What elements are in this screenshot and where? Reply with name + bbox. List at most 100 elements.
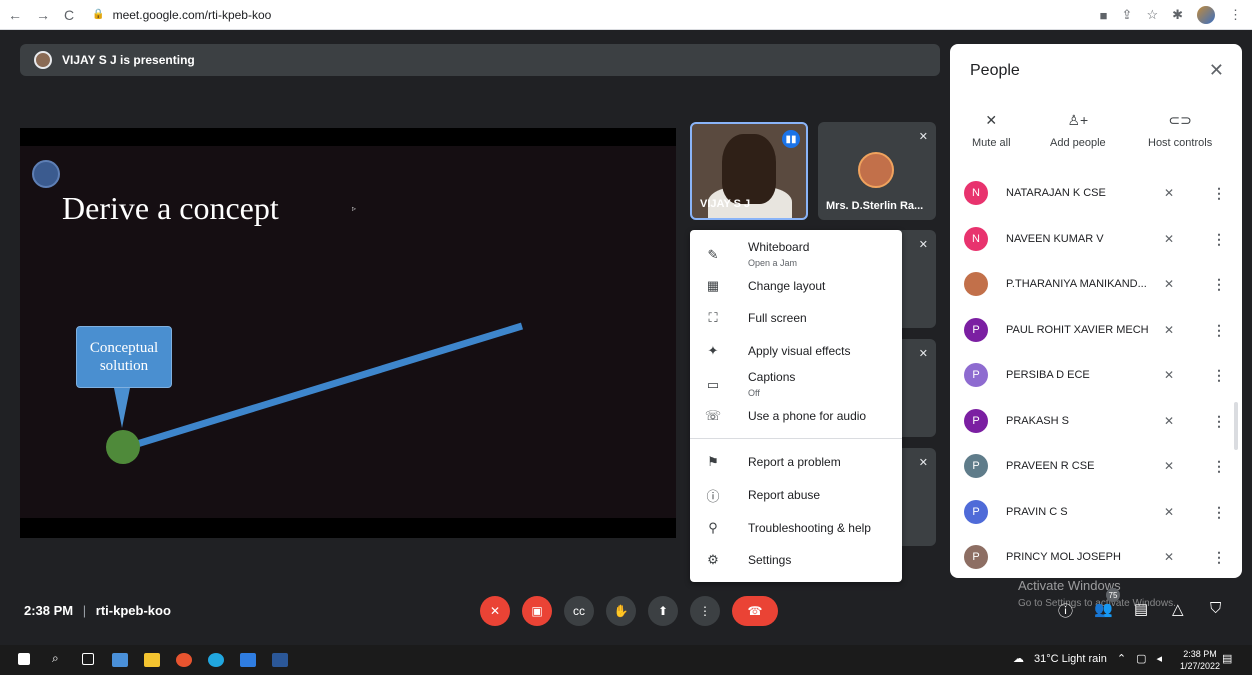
mute-all-button[interactable]: ✕ Mute all: [972, 112, 1011, 149]
captions-icon: cc: [573, 604, 585, 618]
menu-item-phone-audio[interactable]: ☏ Use a phone for audio: [690, 400, 902, 432]
leave-call-button[interactable]: ☎: [732, 596, 778, 626]
profile-avatar[interactable]: [1197, 6, 1215, 24]
mic-toggle-button[interactable]: ✕: [480, 596, 510, 626]
separator: |: [82, 603, 87, 618]
file-explorer-icon[interactable]: [144, 653, 160, 667]
participant-name: PRINCY MOL JOSEPH: [1006, 551, 1121, 563]
windows-start-icon[interactable]: [18, 653, 30, 665]
notifications-icon[interactable]: ▤: [1222, 652, 1238, 666]
tile-sterlin[interactable]: ✕ Mrs. D.Sterlin Ra...: [818, 122, 936, 220]
people-icon[interactable]: 👥: [1094, 600, 1113, 618]
chat-icon[interactable]: ▤: [1134, 600, 1148, 618]
weather-text[interactable]: 31°C Light rain: [1034, 653, 1107, 665]
taskbar-clock[interactable]: 2:38 PM 1/27/2022: [1180, 648, 1220, 672]
menu-item-visual-effects[interactable]: ✦ Apply visual effects: [690, 335, 902, 367]
chrome-icon[interactable]: [176, 653, 192, 667]
more-vert-icon[interactable]: ⋮: [1212, 504, 1226, 521]
list-item[interactable]: P.THARANIYA MANIKAND... ✕ ⋮: [964, 269, 1234, 299]
mic-off-icon: ✕: [918, 348, 928, 360]
mic-off-icon[interactable]: ✕: [1164, 186, 1174, 200]
list-item[interactable]: P PERSIBA D ECE ✕ ⋮: [964, 360, 1234, 390]
raise-hand-button[interactable]: ✋: [606, 596, 636, 626]
list-item[interactable]: N NAVEEN KUMAR V ✕ ⋮: [964, 224, 1234, 254]
mic-off-icon[interactable]: ✕: [1164, 323, 1174, 337]
browser-nav: ← → C: [8, 7, 74, 23]
list-item[interactable]: P PAUL ROHIT XAVIER MECH ✕ ⋮: [964, 315, 1234, 345]
menu-item-report-problem[interactable]: ⚑ Report a problem: [690, 446, 902, 478]
participant-name: PERSIBA D ECE: [1006, 369, 1090, 381]
mic-off-icon[interactable]: ✕: [1164, 414, 1174, 428]
address-bar[interactable]: 🔒 meet.google.com/rti-kpeb-koo: [92, 8, 271, 22]
mic-off-icon[interactable]: ✕: [1164, 459, 1174, 473]
mic-off-icon[interactable]: ✕: [1164, 505, 1174, 519]
tile-hidden-1[interactable]: ✕: [900, 230, 936, 328]
bookmark-star-icon[interactable]: ☆: [1146, 7, 1158, 23]
speaker-icon[interactable]: ◂: [1156, 652, 1162, 665]
list-item[interactable]: N NATARAJAN K CSE ✕ ⋮: [964, 178, 1234, 208]
more-vert-icon[interactable]: ⋮: [1212, 231, 1226, 248]
scrollbar[interactable]: [1234, 402, 1238, 450]
more-vert-icon[interactable]: ⋮: [1212, 549, 1226, 566]
back-icon[interactable]: ←: [8, 7, 22, 23]
menu-item-whiteboard[interactable]: ✎ Whiteboard Open a Jam: [690, 238, 902, 272]
task-view-icon[interactable]: [82, 653, 94, 665]
report-problem-icon: ⚑: [707, 454, 719, 469]
forward-icon[interactable]: →: [36, 7, 50, 23]
captions-button[interactable]: cc: [564, 596, 594, 626]
network-icon[interactable]: ▢: [1136, 652, 1146, 665]
present-button[interactable]: ⬆: [648, 596, 678, 626]
menu-item-settings[interactable]: ⚙ Settings: [690, 544, 902, 576]
host-lock-icon[interactable]: ⛉: [1210, 600, 1221, 617]
camera-indicator-icon[interactable]: ■: [1100, 8, 1108, 23]
fullscreen-icon: ⛶: [708, 310, 718, 325]
list-item[interactable]: P PRAVIN C S ✕ ⋮: [964, 497, 1234, 527]
avatar: P: [964, 454, 988, 478]
camera-toggle-button[interactable]: ▣: [522, 596, 552, 626]
close-icon[interactable]: ✕: [1209, 60, 1224, 81]
browser-menu-icon[interactable]: ⋮: [1229, 7, 1242, 23]
menu-item-report-abuse[interactable]: ⓘ Report abuse: [690, 479, 902, 511]
mic-off-icon[interactable]: ✕: [1164, 550, 1174, 564]
url-text: meet.google.com/rti-kpeb-koo: [112, 7, 272, 22]
more-vert-icon[interactable]: ⋮: [1212, 458, 1226, 475]
more-vert-icon[interactable]: ⋮: [1212, 367, 1226, 384]
more-vert-icon[interactable]: ⋮: [1212, 413, 1226, 430]
host-controls-button[interactable]: ⊂⊃ Host controls: [1148, 112, 1212, 149]
info-icon[interactable]: ⓘ: [1058, 600, 1073, 621]
search-icon[interactable]: ⌕: [52, 651, 68, 665]
tile-vijay[interactable]: ▮▮ VIJAY S J: [690, 122, 808, 220]
avatar: N: [964, 181, 988, 205]
presenting-text: VIJAY S J is presenting: [62, 53, 195, 67]
word-icon[interactable]: [272, 653, 288, 667]
edge-icon[interactable]: [208, 653, 224, 667]
tile-hidden-2[interactable]: ✕: [900, 339, 936, 437]
more-vert-icon[interactable]: ⋮: [1212, 185, 1226, 202]
more-vert-icon[interactable]: ⋮: [1212, 322, 1226, 339]
mic-off-icon[interactable]: ✕: [1164, 232, 1174, 246]
activities-icon[interactable]: △: [1172, 600, 1184, 618]
menu-item-full-screen[interactable]: ⛶ Full screen: [690, 302, 902, 334]
mail-icon[interactable]: [240, 653, 256, 667]
list-item[interactable]: P PRAKASH S ✕ ⋮: [964, 406, 1234, 436]
menu-item-captions[interactable]: ▭ Captions Off: [690, 368, 902, 402]
share-icon[interactable]: ⇪: [1122, 7, 1133, 23]
menu-item-troubleshooting[interactable]: ⚲ Troubleshooting & help: [690, 512, 902, 544]
participant-name: PAUL ROHIT XAVIER MECH: [1006, 324, 1149, 336]
add-people-button[interactable]: ♙+ Add people: [1050, 112, 1106, 149]
mic-off-icon[interactable]: ✕: [1164, 277, 1174, 291]
tile-hidden-3[interactable]: ✕: [900, 448, 936, 546]
participant-name: PRAVIN C S: [1006, 506, 1068, 518]
more-options-button[interactable]: ⋮: [690, 596, 720, 626]
reload-icon[interactable]: C: [64, 7, 74, 23]
mic-off-icon[interactable]: ✕: [1164, 368, 1174, 382]
list-item[interactable]: P PRAVEEN R CSE ✕ ⋮: [964, 451, 1234, 481]
more-vert-icon[interactable]: ⋮: [1212, 276, 1226, 293]
extensions-icon[interactable]: ✱: [1172, 7, 1183, 23]
list-item[interactable]: P PRINCY MOL JOSEPH ✕ ⋮: [964, 542, 1234, 572]
avatar: N: [964, 227, 988, 251]
meeting-time: 2:38 PM: [24, 603, 74, 618]
chevron-up-icon[interactable]: ⌃: [1117, 652, 1126, 665]
store-icon[interactable]: [112, 653, 128, 667]
menu-item-change-layout[interactable]: ▦ Change layout: [690, 270, 902, 302]
